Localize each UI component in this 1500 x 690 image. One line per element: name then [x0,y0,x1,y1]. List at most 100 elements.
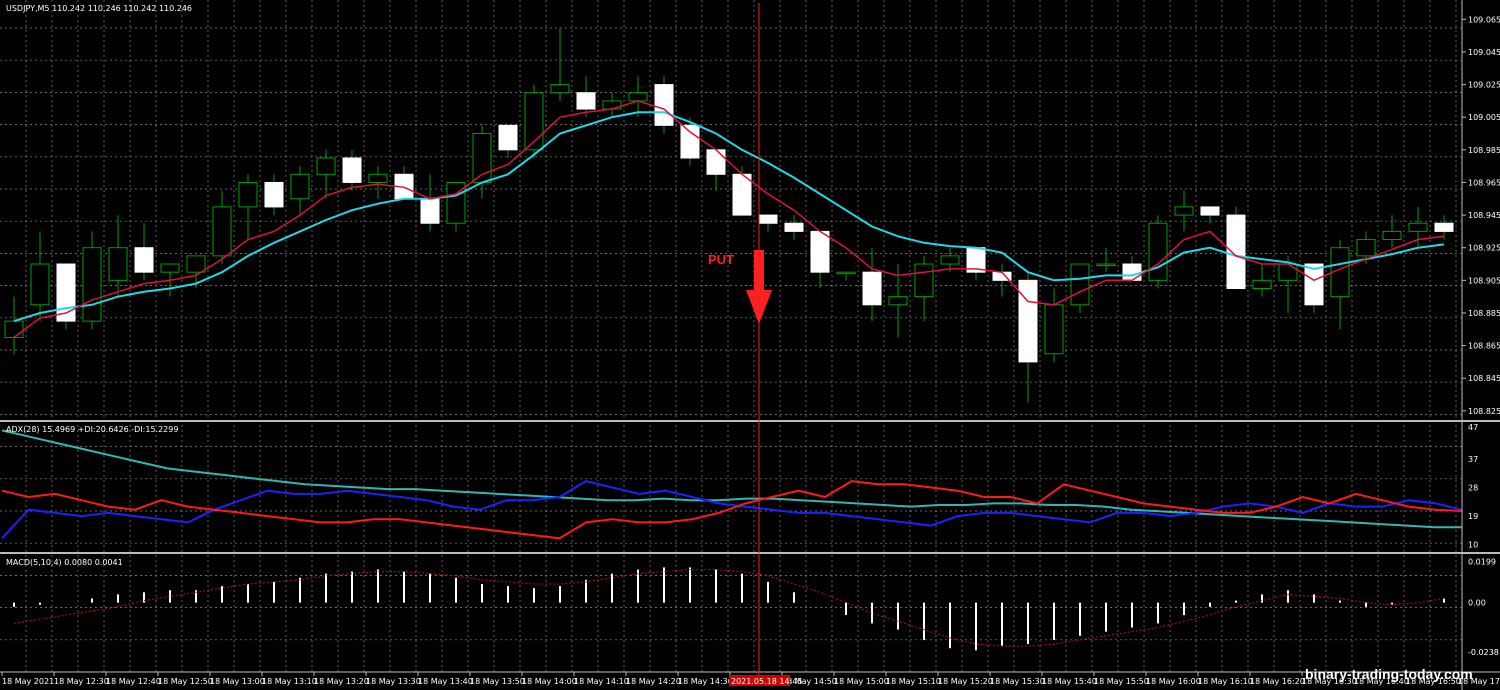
candle-body [784,222,804,232]
watermark: binary-trading-today.com [1305,666,1473,682]
price-tick-label: 108.945 [1468,211,1500,220]
candle[interactable] [1148,215,1168,289]
candle-body [1252,279,1272,289]
candle[interactable] [56,263,76,330]
candle-body [30,263,50,306]
time-tick-label: 18 May 12:50 [158,677,213,686]
candle-body [368,173,388,183]
trading-chart[interactable]: 109.065 109.045 109.025 109.005 108.985 108.9… [0,0,1500,690]
adx-info: ADX(28) 15.4969 +DI:20.6426 -DI:15.2299 [6,425,178,434]
price-tick-label: 109.025 [1468,81,1500,90]
time-tick-label: 18 May 16:10 [1198,677,1253,686]
candle-body [1408,222,1428,232]
candle-body [1174,206,1194,216]
candle-body [888,296,908,306]
candle[interactable] [1226,206,1246,289]
time-tick-label: 18 May 16:00 [1146,677,1201,686]
time-tick-label: 18 May 15:00 [834,677,889,686]
time-tick-label: 18 May 16:20 [1250,677,1305,686]
candle-body [1070,263,1090,306]
put-signal-label: PUT [708,252,734,267]
candle-body [810,230,830,273]
candle-body [1148,222,1168,281]
time-tick-label: 18 May 13:30 [366,677,421,686]
time-tick-label: 18 May 13:00 [210,677,265,686]
candle-body [940,255,960,265]
time-tick-label: 18 May 12:40 [106,677,161,686]
candle-body [1278,263,1298,281]
time-tick-label: 18 May 14:10 [574,677,629,686]
price-tick-label: 109.065 [1468,15,1500,24]
candle[interactable] [654,76,674,134]
candle-body [732,173,752,216]
time-tick-label: 18 May 14:20 [626,677,681,686]
candle-body [1200,206,1220,216]
candle-body [498,124,518,151]
time-tick-label: 18 May 13:20 [314,677,369,686]
candle-body [290,173,310,200]
price-tick-label: 108.925 [1468,244,1500,253]
adx-tick-label: 10 [1468,541,1478,550]
candle-body [914,263,934,298]
time-tick-label: 18 May 15:40 [1042,677,1097,686]
candle-body [316,157,336,175]
candle-body [1044,304,1064,355]
price-tick-label: 109.045 [1468,48,1500,57]
price-tick-label: 108.965 [1468,178,1500,187]
time-tick-label: 18 May 12:30 [54,677,109,686]
time-tick-label: 18 May 15:20 [938,677,993,686]
candle-body [212,206,232,257]
candle-body [706,149,726,175]
candle-body [576,92,596,110]
adx-tick-label: 37 [1468,455,1478,464]
candle-body [342,157,362,183]
candle-body [160,263,180,273]
candle-body [1018,279,1038,363]
price-tick-label: 108.845 [1468,374,1500,383]
time-tick-label: 18 May 15:10 [886,677,941,686]
price-tick-label: 108.865 [1468,342,1500,351]
candle-body [4,320,24,338]
macd-info: MACD(5,10,4) 0.0080 0.0041 [6,558,123,567]
candle-body [1096,263,1116,267]
candle-body [654,84,674,126]
price-tick-label: 108.985 [1468,146,1500,155]
candle-body [628,92,648,102]
macd-tick-label: -0.0238 [1468,648,1499,657]
adx-tick-label: 28 [1468,484,1478,493]
time-tick-label: 18 May 13:50 [470,677,525,686]
candle-body [862,271,882,306]
candle-body [1356,239,1376,257]
candle-body [1382,230,1402,241]
time-tick-label: 18 May 15:30 [990,677,1045,686]
macd-tick-label: 0.00 [1468,599,1486,608]
time-tick-label: 18 May 13:40 [418,677,473,686]
candle-body [1226,214,1246,289]
candle-body [238,181,258,208]
candle-body [1434,222,1454,232]
adx-tick-label: 19 [1468,512,1478,521]
candle-body [420,198,440,224]
price-tick-label: 109.005 [1468,113,1500,122]
candle-body [550,84,570,94]
adx-tick-label: 47 [1468,423,1478,432]
time-tick-label: 18 May 14:30 [678,677,733,686]
time-tick-label: 18 May 14:00 [522,677,577,686]
time-tick-label: 18 May 13:10 [262,677,317,686]
candle-body [1122,263,1142,281]
time-tick-label: 18 May 15:50 [1094,677,1149,686]
price-tick-label: 108.905 [1468,276,1500,285]
candle-body [82,247,102,322]
candle-body [836,271,856,275]
symbol-info: USDJPY,M5 110.242 110.246 110.242 110.24… [6,4,192,13]
macd-tick-label: 0.0199 [1468,557,1496,566]
price-tick-label: 108.885 [1468,309,1500,318]
candle-body [186,255,206,273]
candle-body [758,214,778,224]
candle-body [680,124,700,159]
chart-background [0,0,1500,690]
candle-body [1304,263,1324,306]
candle-body [134,247,154,273]
price-tick-label: 108.825 [1468,407,1500,416]
current-time-label: 2021.05.18 14:45 [731,677,802,686]
